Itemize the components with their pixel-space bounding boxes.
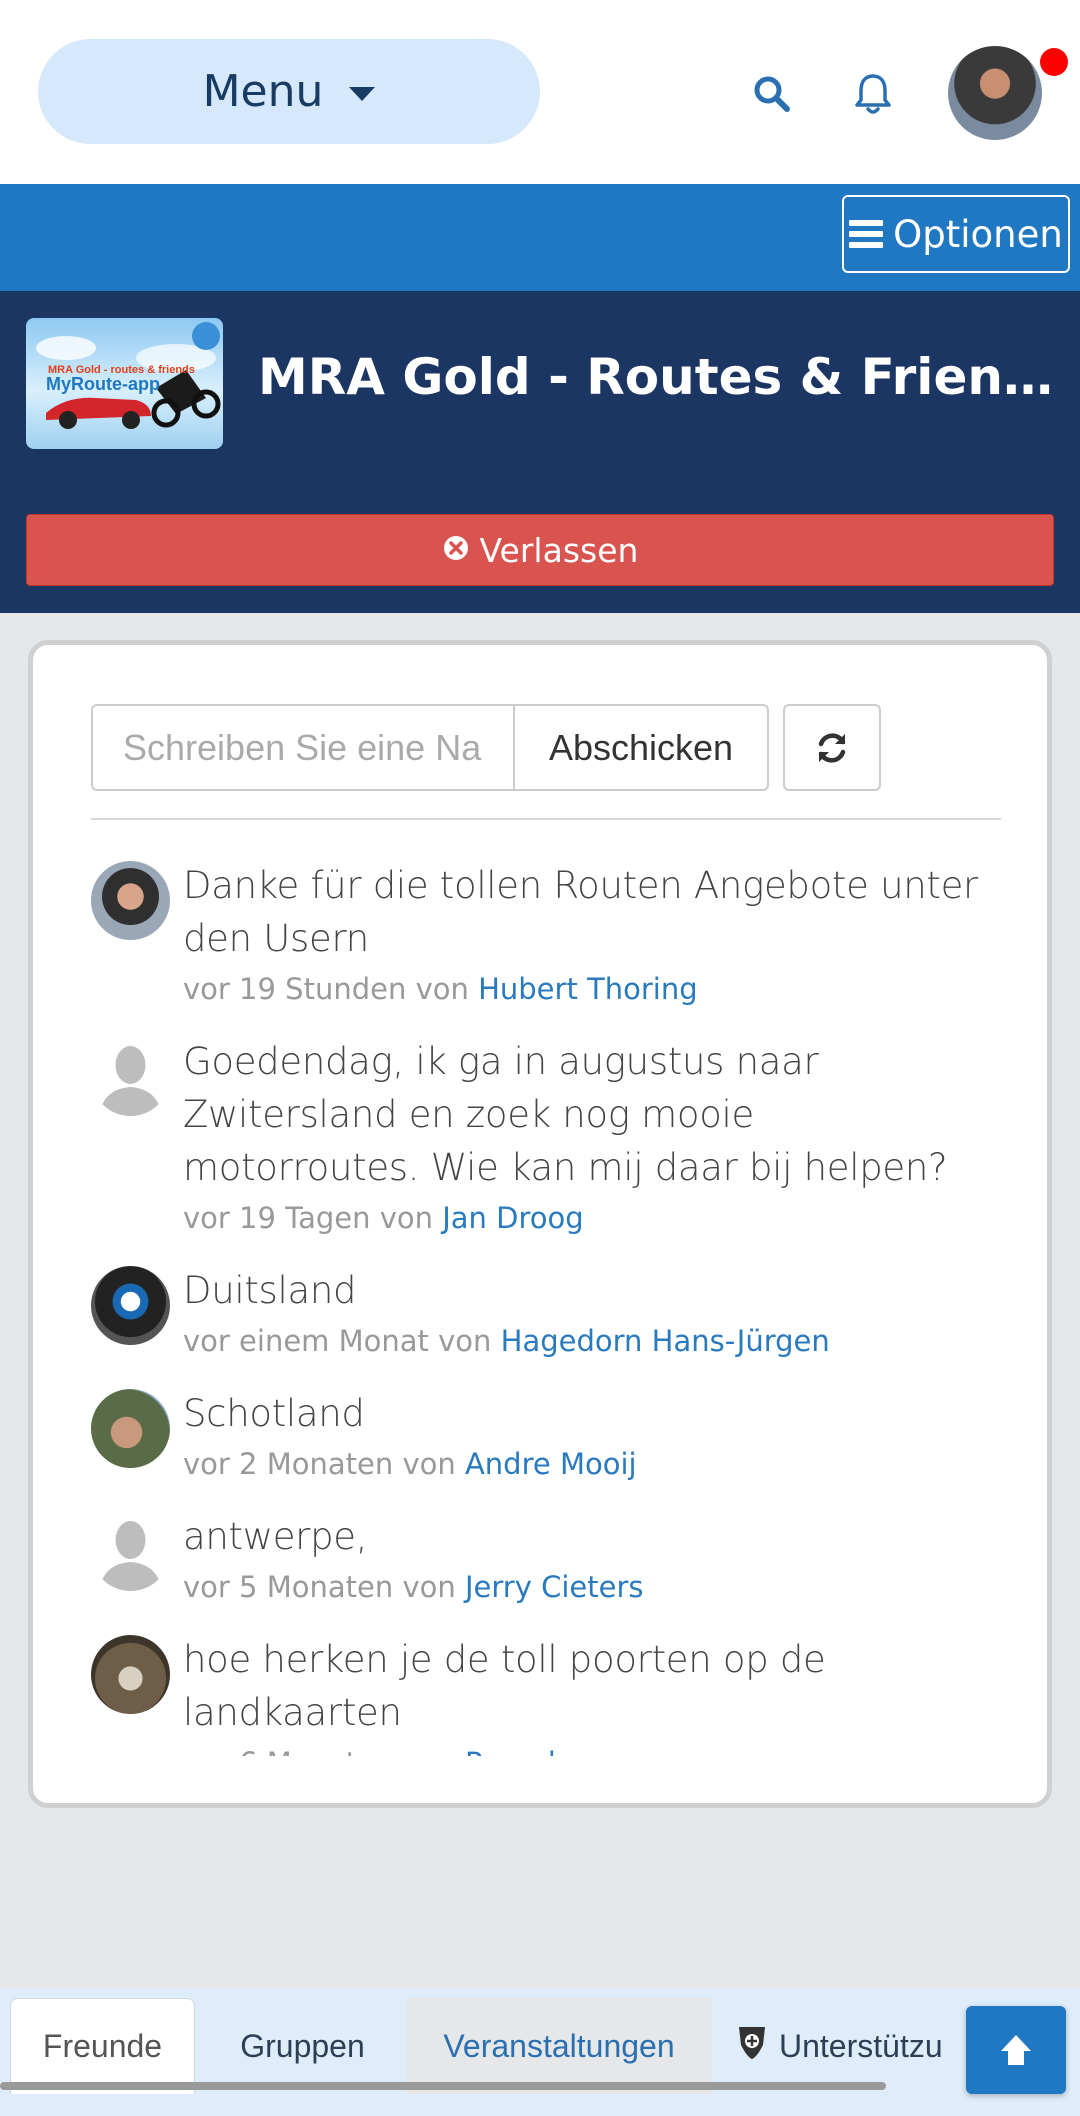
message-meta: vor 2 Monaten von Andre Mooij	[183, 1440, 1001, 1488]
group-logo: MRA Gold - routes & friends MyRoute-app	[26, 318, 223, 449]
refresh-icon	[818, 732, 846, 763]
bell-icon[interactable]	[843, 64, 903, 124]
list-item: hoe herken je de toll poorten op de land…	[91, 1633, 1001, 1756]
menu-button[interactable]: Menu	[38, 39, 540, 144]
message-time: vor 2 Monaten	[183, 1447, 394, 1481]
message-text: Duitsland	[183, 1269, 357, 1312]
list-item: Schotland vor 2 Monaten von Andre Mooij	[91, 1387, 1001, 1488]
message-input[interactable]: Schreiben Sie eine Na	[91, 704, 513, 791]
author-link[interactable]: Andre Mooij	[465, 1447, 637, 1481]
scroll-to-top-button[interactable]	[966, 2006, 1066, 2094]
arrow-up-icon	[1001, 2035, 1031, 2065]
message-text: Goedendag, ik ga in augustus naar Zwiter…	[183, 1040, 948, 1189]
tab-events[interactable]: Veranstaltungen	[406, 1998, 712, 2094]
menu-label: Menu	[202, 66, 324, 117]
options-label: Optionen	[893, 212, 1063, 256]
author-link[interactable]: Hagedorn Hans-Jürgen	[501, 1324, 830, 1358]
avatar[interactable]	[91, 1037, 170, 1116]
refresh-button[interactable]	[783, 704, 881, 791]
svg-text:MyRoute-app: MyRoute-app	[46, 374, 160, 394]
options-button[interactable]: Optionen	[842, 195, 1070, 273]
message-feed: Danke für die tollen Routen Angebote unt…	[91, 859, 1001, 1756]
tab-support[interactable]: Unterstützu	[735, 1998, 975, 2094]
message-time: vor 6 Monaten	[183, 1746, 393, 1756]
list-item: antwerpe, vor 5 Monaten von Jerry Cieter…	[91, 1510, 1001, 1611]
message-input-placeholder: Schreiben Sie eine Na	[123, 726, 482, 768]
divider	[91, 818, 1001, 820]
leave-label: Verlassen	[479, 530, 639, 570]
list-item: Goedendag, ik ga in augustus naar Zwiter…	[91, 1035, 1001, 1242]
avatar[interactable]	[91, 1266, 170, 1345]
message-meta: vor 6 Monaten von Pascal	[183, 1739, 1001, 1756]
message-by: von	[379, 1201, 433, 1235]
message-time: vor 19 Tagen	[183, 1201, 371, 1235]
support-icon	[735, 2023, 769, 2069]
group-feed-card: Schreiben Sie eine Na Abschicken Danke f…	[28, 640, 1052, 1808]
message-text: Schotland	[183, 1392, 365, 1435]
author-link[interactable]: Pascal	[465, 1746, 556, 1756]
notification-dot	[1040, 48, 1068, 76]
search-icon[interactable]	[742, 64, 802, 124]
message-meta: vor 19 Tagen von Jan Droog	[183, 1194, 1001, 1242]
author-link[interactable]: Hubert Thoring	[478, 972, 698, 1006]
message-meta: vor einem Monat von Hagedorn Hans-Jürgen	[183, 1317, 1001, 1365]
message-time: vor einem Monat	[183, 1324, 429, 1358]
avatar[interactable]	[91, 1389, 170, 1468]
author-link[interactable]: Jerry Cieters	[465, 1570, 644, 1604]
user-avatar[interactable]	[948, 46, 1042, 140]
avatar[interactable]	[91, 1512, 170, 1591]
top-bar: Menu	[0, 0, 1080, 184]
tab-support-label: Unterstützu	[779, 2027, 943, 2064]
list-item: Duitsland vor einem Monat von Hagedorn H…	[91, 1264, 1001, 1365]
message-time: vor 19 Stunden	[183, 972, 407, 1006]
times-circle-icon	[442, 531, 470, 570]
bars-icon	[849, 220, 884, 248]
send-button[interactable]: Abschicken	[513, 704, 769, 791]
message-by: von	[402, 1570, 456, 1604]
avatar[interactable]	[91, 1635, 170, 1714]
bottom-tab-bar: Freunde Gruppen Veranstaltungen Unterstü…	[0, 1988, 1080, 2116]
message-time: vor 5 Monaten	[183, 1570, 394, 1604]
chevron-down-icon	[349, 86, 376, 101]
message-by: von	[438, 1324, 492, 1358]
group-title: MRA Gold - Routes & Friends Int…	[258, 348, 1058, 406]
message-meta: vor 5 Monaten von Jerry Cieters	[183, 1563, 1001, 1611]
horizontal-scrollbar[interactable]	[0, 2082, 886, 2090]
message-by: von	[415, 972, 469, 1006]
author-link[interactable]: Jan Droog	[442, 1201, 583, 1235]
leave-group-button[interactable]: Verlassen	[26, 514, 1054, 586]
list-item: Danke für die tollen Routen Angebote unt…	[91, 859, 1001, 1013]
tab-friends[interactable]: Freunde	[10, 1998, 195, 2094]
message-text: antwerpe,	[183, 1515, 368, 1558]
avatar[interactable]	[91, 861, 170, 940]
message-meta: vor 19 Stunden von Hubert Thoring	[183, 965, 1001, 1013]
message-by: von	[402, 1746, 455, 1756]
message-text: Danke für die tollen Routen Angebote unt…	[183, 864, 978, 960]
message-text: hoe herken je de toll poorten op de land…	[183, 1638, 826, 1734]
tab-groups[interactable]: Gruppen	[205, 1998, 400, 2094]
message-by: von	[402, 1447, 456, 1481]
